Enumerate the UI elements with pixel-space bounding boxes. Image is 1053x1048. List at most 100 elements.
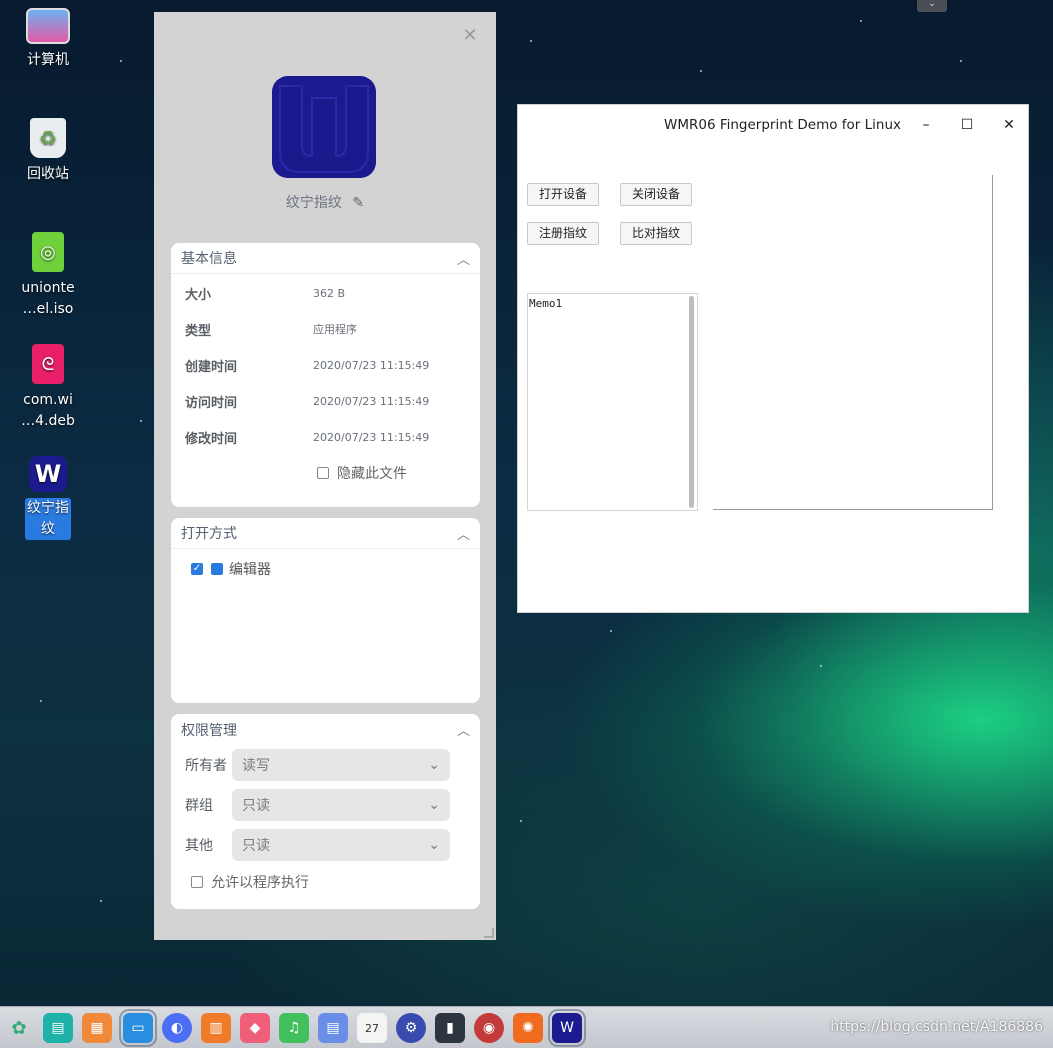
permissions-title: 权限管理	[181, 722, 237, 739]
desktop-icon-trash[interactable]: ♻ 回收站	[0, 118, 96, 185]
calendar-day: 27	[365, 1021, 379, 1035]
hide-file-label: 隐藏此文件	[337, 466, 407, 482]
close-icon[interactable]: ✕	[462, 27, 478, 45]
select-value: 只读	[242, 798, 270, 814]
open-with-checkbox[interactable]: ✓	[191, 563, 203, 575]
close-device-button[interactable]: 关闭设备	[620, 183, 693, 206]
permissions-section: 权限管理 ︿ 所有者 读写 ⌄ 群组 只读 ⌄ 其他 只读 ⌄ 允许以程序执行	[171, 714, 480, 909]
info-row-accessed: 访问时间 2020/07/23 11:15:49	[171, 383, 480, 419]
desktop-icon-computer[interactable]: 计算机	[0, 8, 96, 71]
desktop-icon-label: 回收站	[27, 166, 69, 182]
window-titlebar[interactable]: WMR06 Fingerprint Demo for Linux – ☐ ✕	[518, 105, 1028, 145]
perm-key: 群组	[185, 798, 213, 814]
browser-icon[interactable]: ◐	[162, 1013, 192, 1043]
enroll-fingerprint-button[interactable]: 注册指纹	[527, 222, 600, 245]
chevron-up-icon[interactable]: ︿	[457, 720, 470, 739]
group-permission-select[interactable]: 只读 ⌄	[232, 789, 450, 821]
workspace-icon[interactable]: ▦	[82, 1013, 112, 1043]
photos-icon[interactable]: ◆	[240, 1013, 270, 1043]
close-icon[interactable]: ✕	[998, 115, 1020, 135]
system-tool-icon[interactable]: ✺	[513, 1013, 543, 1043]
permissions-header[interactable]: 权限管理 ︿	[171, 714, 480, 745]
info-row-type: 类型 应用程序	[171, 311, 480, 347]
music-icon[interactable]: ♫	[279, 1013, 309, 1043]
allow-exec-label: 允许以程序执行	[211, 875, 309, 891]
perm-row-owner: 所有者 读写 ⌄	[171, 745, 480, 785]
chevron-down-icon: ⌄	[428, 757, 440, 773]
info-row-size: 大小 362 B	[171, 275, 480, 311]
editor-app-icon	[211, 563, 223, 575]
open-device-button[interactable]: 打开设备	[527, 183, 600, 206]
desktop-icon-label: unionte …el.iso	[21, 280, 75, 317]
file-name-row: 纹宁指纹 ✎	[154, 192, 496, 212]
panel-border	[992, 175, 993, 510]
app-icon-red[interactable]: ◉	[474, 1013, 504, 1043]
memo-text: Memo1	[529, 297, 563, 310]
perm-key: 所有者	[185, 758, 227, 774]
computer-icon	[26, 8, 70, 44]
basic-info-header[interactable]: 基本信息 ︿	[171, 243, 480, 274]
desktop-icon-deb[interactable]: ᘓ com.wi …4.deb	[0, 344, 96, 432]
terminal-icon[interactable]: ▮	[435, 1013, 465, 1043]
document-viewer-icon[interactable]: ▤	[318, 1013, 348, 1043]
file-name: 纹宁指纹	[285, 195, 342, 211]
desktop-icon-iso[interactable]: ◎ unionte …el.iso	[0, 232, 96, 320]
w-logo-icon[interactable]: W	[548, 1009, 586, 1047]
hide-file-option[interactable]: 隐藏此文件	[171, 455, 480, 491]
settings-icon[interactable]: ⚙	[396, 1013, 426, 1043]
edit-pencil-icon[interactable]: ✎	[352, 195, 364, 211]
basic-info-section: 基本信息 ︿ 大小 362 B 类型 应用程序 创建时间 2020/07/23 11:…	[171, 243, 480, 507]
chevron-down-icon: ⌄	[428, 797, 440, 813]
multitask-view-icon[interactable]: ▤	[43, 1013, 73, 1043]
desktop-icon-label: 纹宁指 纹	[25, 498, 71, 540]
chevron-up-icon[interactable]: ︿	[457, 524, 470, 543]
desktop-icon-label: 计算机	[27, 52, 69, 68]
open-with-title: 打开方式	[181, 526, 237, 542]
maximize-icon[interactable]: ☐	[956, 115, 978, 135]
info-value: 2020/07/23 11:15:49	[313, 394, 430, 408]
panel-border	[713, 509, 993, 510]
minimize-icon[interactable]: –	[915, 115, 937, 135]
basic-info-title: 基本信息	[181, 251, 237, 267]
memo-scrollbar[interactable]	[689, 296, 694, 508]
open-with-header[interactable]: 打开方式 ︿	[171, 518, 480, 549]
desktop-icon-fingerprint-app[interactable]: W 纹宁指 纹	[0, 456, 96, 540]
info-value: 362 B	[313, 286, 346, 300]
file-manager-icon[interactable]: ▭	[119, 1009, 157, 1047]
resize-grip-icon[interactable]	[484, 928, 494, 938]
chevron-up-icon[interactable]: ︿	[457, 249, 470, 268]
app-store-icon[interactable]: ▥	[201, 1013, 231, 1043]
info-value: 应用程序	[313, 323, 357, 336]
open-with-app-label: 编辑器	[229, 562, 271, 578]
perm-row-other: 其他 只读 ⌄	[171, 825, 480, 865]
top-dock-handle[interactable]: ⌄	[917, 0, 947, 12]
taskbar: ✿ ▤ ▦ ▭ ◐ ▥ ◆ ♫ ▤ 27 ⚙ ▮ ◉ ✺ W https://b…	[0, 1006, 1053, 1048]
calendar-icon[interactable]: 27	[357, 1013, 387, 1043]
info-key: 访问时间	[185, 395, 238, 411]
memo-textarea[interactable]: Memo1	[527, 293, 698, 511]
match-fingerprint-button[interactable]: 比对指纹	[620, 222, 693, 245]
allow-exec-option[interactable]: 允许以程序执行	[171, 865, 480, 899]
owner-permission-select[interactable]: 读写 ⌄	[232, 749, 450, 781]
allow-exec-checkbox[interactable]	[191, 876, 203, 888]
open-with-app-item[interactable]: ✓ 编辑器	[171, 549, 480, 589]
desktop-icon-label: com.wi …4.deb	[21, 392, 75, 429]
w-logo-shape	[272, 76, 376, 178]
select-value: 只读	[242, 838, 270, 854]
w-logo-icon: W	[29, 456, 67, 492]
chevron-down-icon: ⌄	[428, 837, 440, 853]
info-row-modified: 修改时间 2020/07/23 11:15:49	[171, 419, 480, 455]
perm-key: 其他	[185, 838, 213, 854]
file-properties-dialog: ✕ 纹宁指纹 ✎ 基本信息 ︿ 大小 362 B 类型 应用程序 创建时间 2020/…	[154, 12, 496, 940]
info-row-created: 创建时间 2020/07/23 11:15:49	[171, 347, 480, 383]
other-permission-select[interactable]: 只读 ⌄	[232, 829, 450, 861]
w-logo-icon	[272, 76, 376, 178]
window-title: WMR06 Fingerprint Demo for Linux	[664, 117, 902, 133]
trash-icon: ♻	[30, 118, 66, 158]
launcher-icon[interactable]: ✿	[4, 1013, 34, 1043]
info-key: 创建时间	[185, 359, 238, 375]
hide-file-checkbox[interactable]	[317, 467, 329, 479]
info-key: 类型	[185, 323, 212, 339]
open-with-section: 打开方式 ︿ ✓ 编辑器	[171, 518, 480, 703]
fingerprint-demo-window: WMR06 Fingerprint Demo for Linux – ☐ ✕ 打…	[517, 104, 1029, 613]
